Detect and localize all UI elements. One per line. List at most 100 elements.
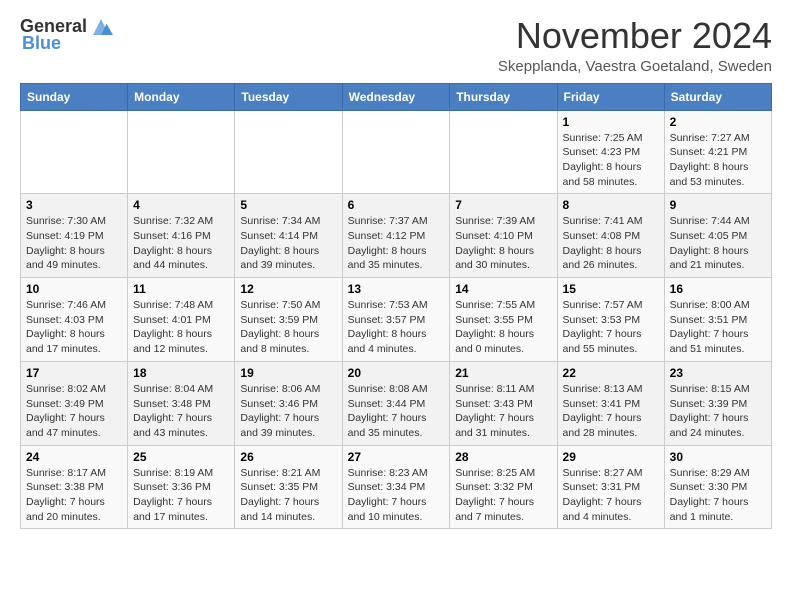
day-number: 17: [26, 366, 122, 380]
day-number: 11: [133, 282, 229, 296]
calendar-cell: 30 Sunrise: 8:29 AM Sunset: 3:30 PM Dayli…: [664, 445, 771, 529]
day-info: Sunrise: 8:19 AM Sunset: 3:36 PM Dayligh…: [133, 466, 229, 525]
week-row-2: 3Sunrise: 7:30 AM Sunset: 4:19 PM Daylig…: [21, 194, 772, 278]
day-info: Sunrise: 8:29 AM Sunset: 3:30 PM Dayligh…: [670, 466, 766, 525]
day-info: Sunrise: 8:27 AM Sunset: 3:31 PM Dayligh…: [563, 466, 659, 525]
calendar-cell: [21, 110, 128, 194]
day-number: 19: [240, 366, 336, 380]
day-info: Sunrise: 7:55 AM Sunset: 3:55 PM Dayligh…: [455, 298, 551, 357]
day-info: Sunrise: 7:57 AM Sunset: 3:53 PM Dayligh…: [563, 298, 659, 357]
day-number: 24: [26, 450, 122, 464]
weekday-header-thursday: Thursday: [450, 83, 557, 110]
day-number: 23: [670, 366, 766, 380]
day-info: Sunrise: 8:21 AM Sunset: 3:35 PM Dayligh…: [240, 466, 336, 525]
day-info: Sunrise: 8:00 AM Sunset: 3:51 PM Dayligh…: [670, 298, 766, 357]
calendar-cell: 5 Sunrise: 7:34 AM Sunset: 4:14 PM Daylig…: [235, 194, 342, 278]
day-info: Sunrise: 8:15 AM Sunset: 3:39 PM Dayligh…: [670, 382, 766, 441]
calendar-cell: [128, 110, 235, 194]
day-info: Sunrise: 8:04 AM Sunset: 3:48 PM Dayligh…: [133, 382, 229, 441]
calendar-cell: [342, 110, 450, 194]
day-info: Sunrise: 8:17 AM Sunset: 3:38 PM Dayligh…: [26, 466, 122, 525]
logo-icon: [89, 17, 113, 37]
calendar-cell: 19 Sunrise: 8:06 AM Sunset: 3:46 PM Dayli…: [235, 361, 342, 445]
day-number: 13: [348, 282, 445, 296]
day-info: Sunrise: 8:11 AM Sunset: 3:43 PM Dayligh…: [455, 382, 551, 441]
day-number: 30: [670, 450, 766, 464]
calendar-cell: 28 Sunrise: 8:25 AM Sunset: 3:32 PM Dayli…: [450, 445, 557, 529]
day-info: Sunrise: 7:41 AM Sunset: 4:08 PM Dayligh…: [563, 214, 659, 273]
week-row-5: 24 Sunrise: 8:17 AM Sunset: 3:38 PM Dayli…: [21, 445, 772, 529]
calendar-cell: [450, 110, 557, 194]
day-number: 10: [26, 282, 122, 296]
calendar-cell: 3Sunrise: 7:30 AM Sunset: 4:19 PM Daylig…: [21, 194, 128, 278]
calendar-cell: 22 Sunrise: 8:13 AM Sunset: 3:41 PM Dayli…: [557, 361, 664, 445]
day-info: Sunrise: 7:27 AM Sunset: 4:21 PM Dayligh…: [670, 131, 766, 190]
day-info: Sunrise: 8:06 AM Sunset: 3:46 PM Dayligh…: [240, 382, 336, 441]
day-number: 29: [563, 450, 659, 464]
location-subtitle: Skepplanda, Vaestra Goetaland, Sweden: [498, 58, 772, 75]
calendar-cell: 11 Sunrise: 7:48 AM Sunset: 4:01 PM Dayli…: [128, 278, 235, 362]
calendar-cell: 14 Sunrise: 7:55 AM Sunset: 3:55 PM Dayli…: [450, 278, 557, 362]
weekday-header-sunday: Sunday: [21, 83, 128, 110]
calendar-cell: 15 Sunrise: 7:57 AM Sunset: 3:53 PM Dayli…: [557, 278, 664, 362]
calendar-cell: 4 Sunrise: 7:32 AM Sunset: 4:16 PM Daylig…: [128, 194, 235, 278]
day-info: Sunrise: 8:25 AM Sunset: 3:32 PM Dayligh…: [455, 466, 551, 525]
day-number: 25: [133, 450, 229, 464]
day-number: 3: [26, 198, 122, 212]
day-number: 22: [563, 366, 659, 380]
day-info: Sunrise: 7:34 AM Sunset: 4:14 PM Dayligh…: [240, 214, 336, 273]
weekday-header-row: SundayMondayTuesdayWednesdayThursdayFrid…: [21, 83, 772, 110]
calendar-table: SundayMondayTuesdayWednesdayThursdayFrid…: [20, 83, 772, 530]
calendar-cell: 13Sunrise: 7:53 AM Sunset: 3:57 PM Dayli…: [342, 278, 450, 362]
day-info: Sunrise: 7:46 AM Sunset: 4:03 PM Dayligh…: [26, 298, 122, 357]
day-info: Sunrise: 7:50 AM Sunset: 3:59 PM Dayligh…: [240, 298, 336, 357]
title-area: November 2024 Skepplanda, Vaestra Goetal…: [498, 16, 772, 75]
page-header: General Blue November 2024 Skepplanda, V…: [20, 16, 772, 75]
day-info: Sunrise: 8:13 AM Sunset: 3:41 PM Dayligh…: [563, 382, 659, 441]
day-info: Sunrise: 7:37 AM Sunset: 4:12 PM Dayligh…: [348, 214, 445, 273]
weekday-header-wednesday: Wednesday: [342, 83, 450, 110]
calendar-cell: 27Sunrise: 8:23 AM Sunset: 3:34 PM Dayli…: [342, 445, 450, 529]
weekday-header-tuesday: Tuesday: [235, 83, 342, 110]
logo: General Blue: [20, 16, 113, 54]
calendar-cell: 8 Sunrise: 7:41 AM Sunset: 4:08 PM Daylig…: [557, 194, 664, 278]
day-number: 14: [455, 282, 551, 296]
calendar-cell: 9 Sunrise: 7:44 AM Sunset: 4:05 PM Daylig…: [664, 194, 771, 278]
calendar-cell: 21 Sunrise: 8:11 AM Sunset: 3:43 PM Dayli…: [450, 361, 557, 445]
logo-blue: Blue: [22, 33, 61, 54]
weekday-header-monday: Monday: [128, 83, 235, 110]
day-number: 5: [240, 198, 336, 212]
calendar-cell: 6Sunrise: 7:37 AM Sunset: 4:12 PM Daylig…: [342, 194, 450, 278]
day-info: Sunrise: 7:32 AM Sunset: 4:16 PM Dayligh…: [133, 214, 229, 273]
weekday-header-friday: Friday: [557, 83, 664, 110]
day-number: 16: [670, 282, 766, 296]
day-number: 7: [455, 198, 551, 212]
day-number: 12: [240, 282, 336, 296]
calendar-cell: 1Sunrise: 7:25 AM Sunset: 4:23 PM Daylig…: [557, 110, 664, 194]
day-number: 28: [455, 450, 551, 464]
day-number: 9: [670, 198, 766, 212]
day-number: 21: [455, 366, 551, 380]
day-number: 15: [563, 282, 659, 296]
calendar-cell: 25 Sunrise: 8:19 AM Sunset: 3:36 PM Dayli…: [128, 445, 235, 529]
day-number: 1: [563, 115, 659, 129]
calendar-cell: 24 Sunrise: 8:17 AM Sunset: 3:38 PM Dayli…: [21, 445, 128, 529]
day-number: 27: [348, 450, 445, 464]
month-year-title: November 2024: [498, 16, 772, 56]
calendar-cell: 20Sunrise: 8:08 AM Sunset: 3:44 PM Dayli…: [342, 361, 450, 445]
calendar-cell: 16 Sunrise: 8:00 AM Sunset: 3:51 PM Dayli…: [664, 278, 771, 362]
week-row-3: 10 Sunrise: 7:46 AM Sunset: 4:03 PM Dayli…: [21, 278, 772, 362]
week-row-4: 17Sunrise: 8:02 AM Sunset: 3:49 PM Dayli…: [21, 361, 772, 445]
calendar-cell: 12 Sunrise: 7:50 AM Sunset: 3:59 PM Dayli…: [235, 278, 342, 362]
calendar-cell: 10 Sunrise: 7:46 AM Sunset: 4:03 PM Dayli…: [21, 278, 128, 362]
day-number: 20: [348, 366, 445, 380]
day-number: 4: [133, 198, 229, 212]
calendar-cell: 7Sunrise: 7:39 AM Sunset: 4:10 PM Daylig…: [450, 194, 557, 278]
day-number: 18: [133, 366, 229, 380]
calendar-cell: 23 Sunrise: 8:15 AM Sunset: 3:39 PM Dayli…: [664, 361, 771, 445]
day-info: Sunrise: 7:48 AM Sunset: 4:01 PM Dayligh…: [133, 298, 229, 357]
day-number: 26: [240, 450, 336, 464]
day-info: Sunrise: 7:44 AM Sunset: 4:05 PM Dayligh…: [670, 214, 766, 273]
calendar-cell: 2Sunrise: 7:27 AM Sunset: 4:21 PM Daylig…: [664, 110, 771, 194]
day-number: 8: [563, 198, 659, 212]
